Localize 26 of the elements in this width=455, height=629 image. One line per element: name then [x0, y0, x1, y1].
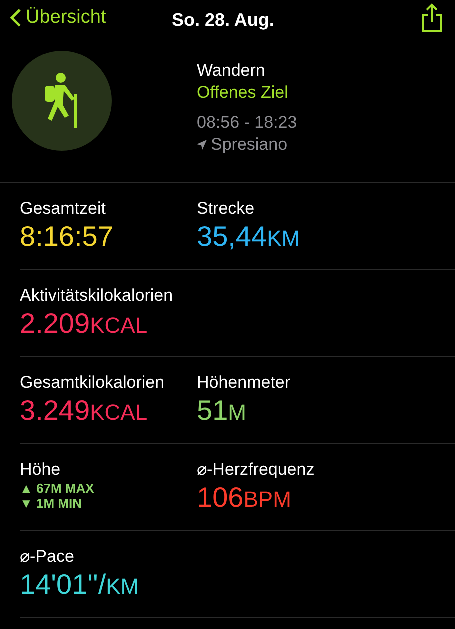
share-icon[interactable] [421, 3, 443, 33]
workout-name: Wandern [197, 60, 266, 82]
location: Spresiano [211, 134, 288, 156]
time-range: 08:56 - 18:23 [197, 112, 298, 134]
metric-value: 2.209KCAL [20, 307, 149, 341]
metric-label: ⌀-Pace [20, 546, 76, 568]
metric-value: 14'01''/KM [20, 568, 140, 602]
metric-label: ⌀-Herzfrequenz [197, 459, 316, 481]
range-value: ▲ 67M MAX [20, 481, 96, 496]
metric-label: Strecke [197, 198, 256, 220]
location-arrow-icon [197, 140, 207, 150]
back-button[interactable]: Übersicht [10, 4, 106, 32]
chevron-icon [10, 8, 22, 28]
metric-value: 3.249KCAL [20, 394, 149, 428]
metric-value: 51M [197, 394, 248, 428]
metric-label: Gesamtzeit [20, 198, 107, 220]
range-value: ▼ 1M MIN [20, 496, 83, 511]
metric-value: 106BPM [197, 481, 292, 515]
metric-label: Höhe [20, 459, 62, 481]
metric-label: Höhenmeter [197, 372, 292, 394]
metric-label: Aktivitätskilokalorien [20, 285, 174, 307]
metric-label: Gesamtkilokalorien [20, 372, 166, 394]
metric-value: 8:16:57 [20, 220, 114, 254]
date-title: So. 28. Aug. [172, 9, 274, 32]
workout-goal: Offenes Ziel [197, 82, 290, 104]
metric-value: 35,44KM [197, 220, 302, 254]
